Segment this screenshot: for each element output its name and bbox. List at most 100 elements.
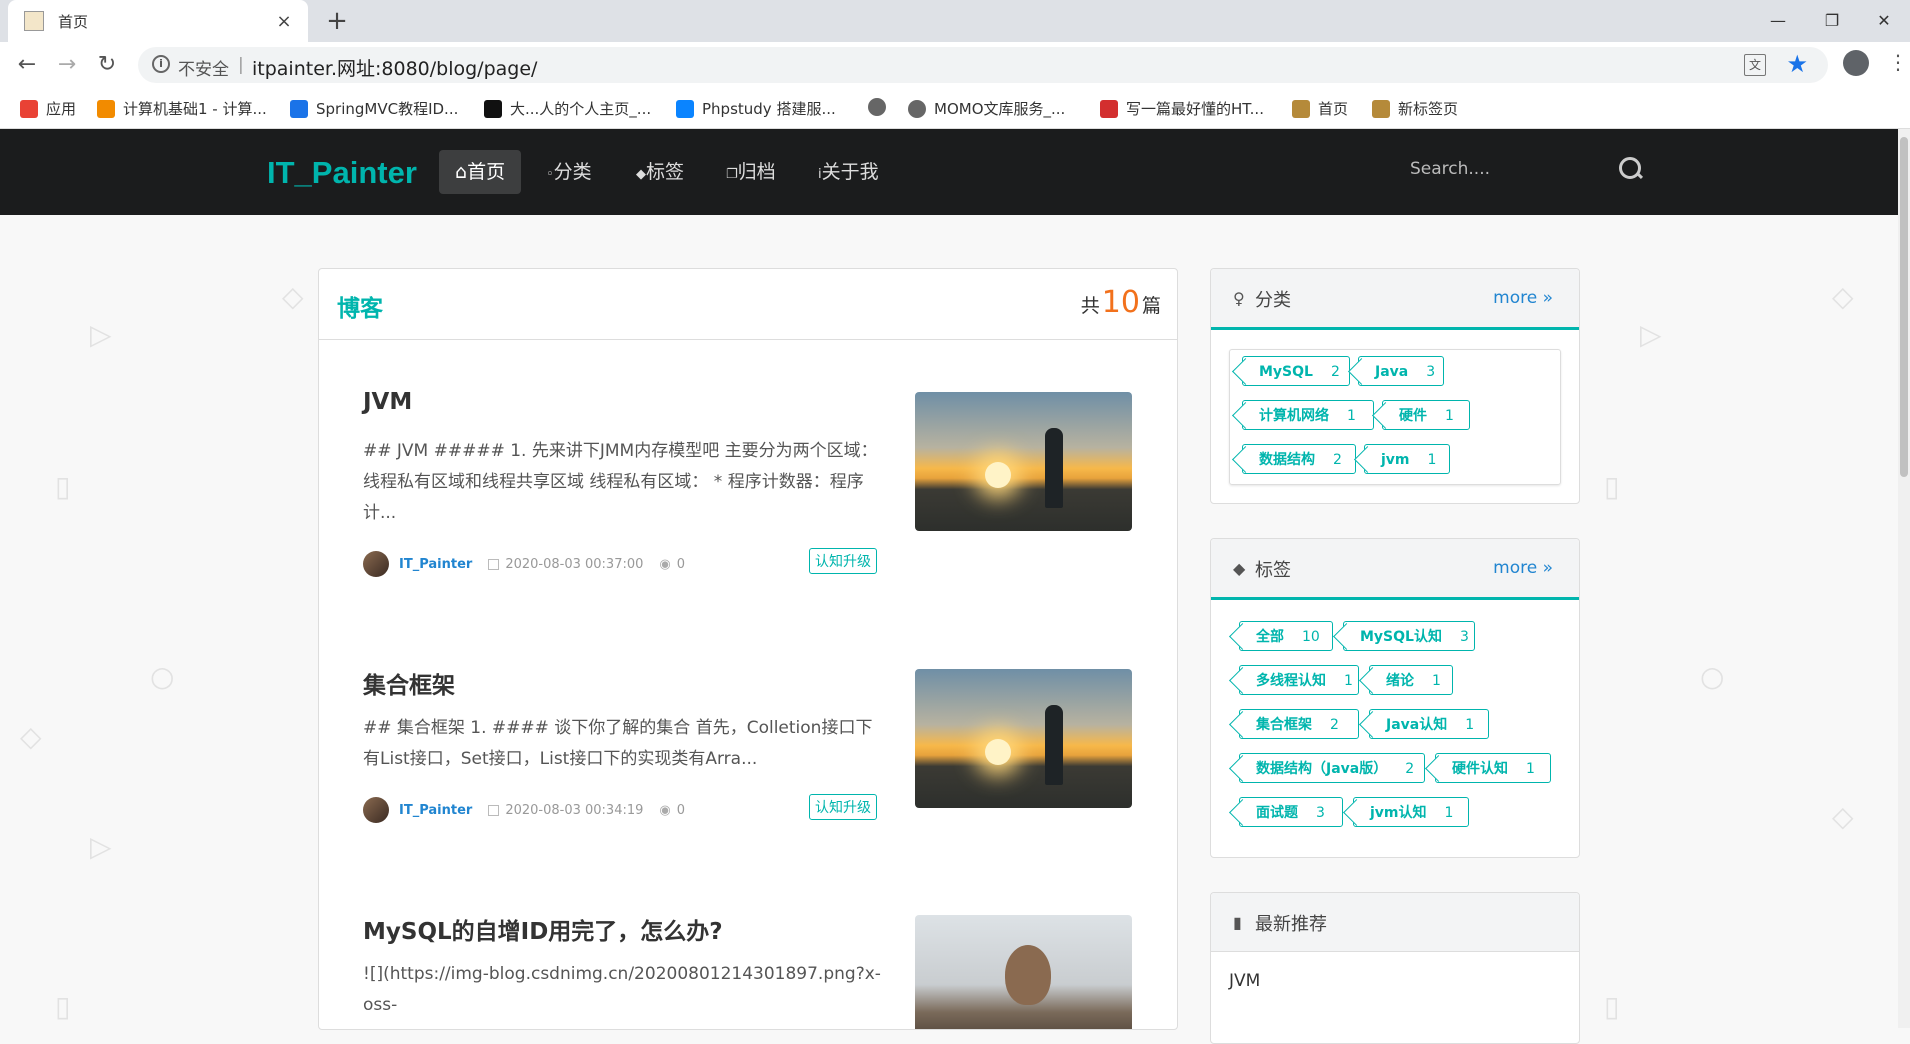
bookmark-item[interactable]: 应用 [20,98,76,119]
post-title[interactable]: MySQL的自增ID用完了，怎么办? [363,912,723,946]
decor-triangle-icon: ▷ [90,830,112,863]
decor-diamond-icon: ◇ [1832,280,1854,313]
post-thumbnail[interactable] [915,669,1132,808]
bookmark-item[interactable]: 新标签页 [1372,98,1458,119]
author-avatar[interactable] [363,551,389,577]
bookmark-star-icon[interactable]: ★ [1786,50,1808,78]
nav-tags[interactable]: ◆标签 [620,150,700,194]
post-author[interactable]: IT_Painter [399,803,472,818]
close-window-button[interactable]: ✕ [1864,6,1904,36]
post-excerpt: ## 集合框架 1. #### 谈下你了解的集合 首先，Colletion接口下… [363,718,873,769]
post-category-label[interactable]: 认知升级 [809,548,877,574]
reload-icon[interactable]: ↻ [92,50,122,80]
category-tag[interactable]: 计算机网络 1 [1242,400,1374,430]
nav-label: 首页 [467,161,506,183]
bookmark-icon: ▮ [1233,913,1242,932]
bookmark-item[interactable]: 写一篇最好懂的HT... [1100,98,1264,119]
post-thumbnail[interactable] [915,915,1132,1029]
scrollbar-thumb[interactable] [1900,137,1908,477]
eye-icon: ◉ [659,556,671,572]
post-author[interactable]: IT_Painter [399,557,472,572]
nav-about[interactable]: i关于我 [802,150,895,194]
category-tag[interactable]: 硬件 1 [1382,400,1470,430]
bookmark-item[interactable]: 首页 [1292,98,1348,119]
new-tab-button[interactable]: + [322,6,352,36]
bookmark-item[interactable]: 大...人的个人主页_... [484,98,651,119]
nav-home[interactable]: ⌂首页 [439,150,522,194]
blog-panel: 博客 共10 篇 JVM ## JVM ##### 1. 先来讲下JMM内存模型吧… [318,268,1178,1030]
thumbnail-sun [985,739,1011,765]
tab-close-icon[interactable]: × [274,11,294,32]
tag-item[interactable]: MySQL认知 3 [1343,621,1475,651]
search-icon[interactable] [1619,157,1641,179]
tag-item[interactable]: 面试题 3 [1239,797,1343,827]
tags-more-link[interactable]: more » [1493,558,1553,578]
post-thumbnail[interactable] [915,392,1132,531]
post-category-label[interactable]: 认知升级 [809,794,877,820]
decor-triangle-icon: ▷ [1640,318,1662,351]
page-scrollbar[interactable] [1898,129,1910,1028]
globe-icon [908,99,926,118]
menu-kebab-icon[interactable]: ⋮ [1888,50,1908,74]
bookmark-item[interactable]: 计算机基础1 - 计算... [97,98,267,119]
tags-card-header: ◆ 标签 more » [1211,539,1579,600]
tag-name: jvm [1381,452,1410,468]
site-brand[interactable]: IT_Painter [267,155,417,191]
apps-grid-icon [20,99,38,118]
bookmark-item[interactable]: Phpstudy 搭建服... [676,98,836,119]
recommend-item[interactable]: JVM [1229,971,1260,991]
post-date: 2020-08-03 00:34:19 [505,802,644,818]
tag-count: 1 [1432,673,1441,689]
bookmark-favicon-icon [1292,99,1310,118]
bookmark-label: 新标签页 [1398,100,1459,118]
nav-categories[interactable]: ◦分类 [530,150,608,194]
bookmark-label: 写一篇最好懂的HT... [1126,100,1264,118]
post-title[interactable]: JVM [363,389,412,415]
bookmark-item[interactable]: MOMO文库服务_... [908,98,1065,119]
decor-circle-icon: ○ [1700,660,1725,693]
tag-name: 全部 [1256,629,1284,645]
category-tag[interactable]: 数据结构 2 [1242,444,1356,474]
translate-icon[interactable]: 文 [1744,54,1766,76]
tag-name: 数据结构（Java版） [1256,761,1388,777]
tag-item[interactable]: 绪论 1 [1369,665,1453,695]
back-arrow-icon[interactable]: ← [12,50,42,80]
category-tag[interactable]: Java 3 [1358,356,1444,386]
blog-heading: 博客 [337,296,383,322]
tag-item[interactable]: 硬件认知 1 [1435,753,1551,783]
site-info-icon[interactable]: i [152,55,170,73]
thumbnail-figure [1045,705,1063,785]
restore-button[interactable]: ❐ [1812,6,1852,36]
recommend-title: 最新推荐 [1255,914,1327,935]
bookmarks-bar: 应用 计算机基础1 - 计算... SpringMVC教程ID... 大...人… [0,88,1910,129]
browser-tab[interactable]: 首页 × [8,0,308,42]
tag-item[interactable]: jvm认知 1 [1353,797,1469,827]
decor-bar-icon: ▯ [1604,470,1620,503]
forward-arrow-icon[interactable]: → [52,50,82,80]
post-title[interactable]: 集合框架 [363,666,455,700]
tag-item[interactable]: 集合框架 2 [1239,709,1359,739]
author-avatar[interactable] [363,797,389,823]
category-tag[interactable]: MySQL 2 [1242,356,1350,386]
thumbnail-figure [1005,945,1051,1005]
bookmark-item[interactable]: SpringMVC教程ID... [290,98,458,119]
bookmark-item[interactable] [868,98,894,116]
minimize-button[interactable]: — [1758,6,1798,36]
blog-header: 博客 共10 篇 [319,269,1177,340]
browser-tabstrip: 首页 × + — ❐ ✕ [0,0,1910,42]
address-bar[interactable]: i 不安全 | itpainter.网址:8080/blog/page/ 文 ★ [138,47,1828,83]
categories-more-link[interactable]: more » [1493,288,1553,308]
search-input[interactable]: Search.... [1410,159,1490,179]
category-tag[interactable]: jvm 1 [1364,444,1450,474]
tag-item[interactable]: 多线程认知 1 [1239,665,1359,695]
recommend-card-header: ▮ 最新推荐 [1211,893,1579,952]
tag-item[interactable]: Java认知 1 [1369,709,1489,739]
tag-item[interactable]: 全部 10 [1239,621,1333,651]
account-avatar-icon[interactable] [1843,50,1869,76]
tag-name: MySQL认知 [1360,629,1442,645]
bookmark-label: Phpstudy 搭建服... [702,100,836,118]
url-text[interactable]: itpainter.网址:8080/blog/page/ [252,54,537,81]
nav-archives[interactable]: ❐归档 [710,150,792,194]
tag-item[interactable]: 数据结构（Java版） 2 [1239,753,1425,783]
home-icon: ⌂ [455,161,468,183]
